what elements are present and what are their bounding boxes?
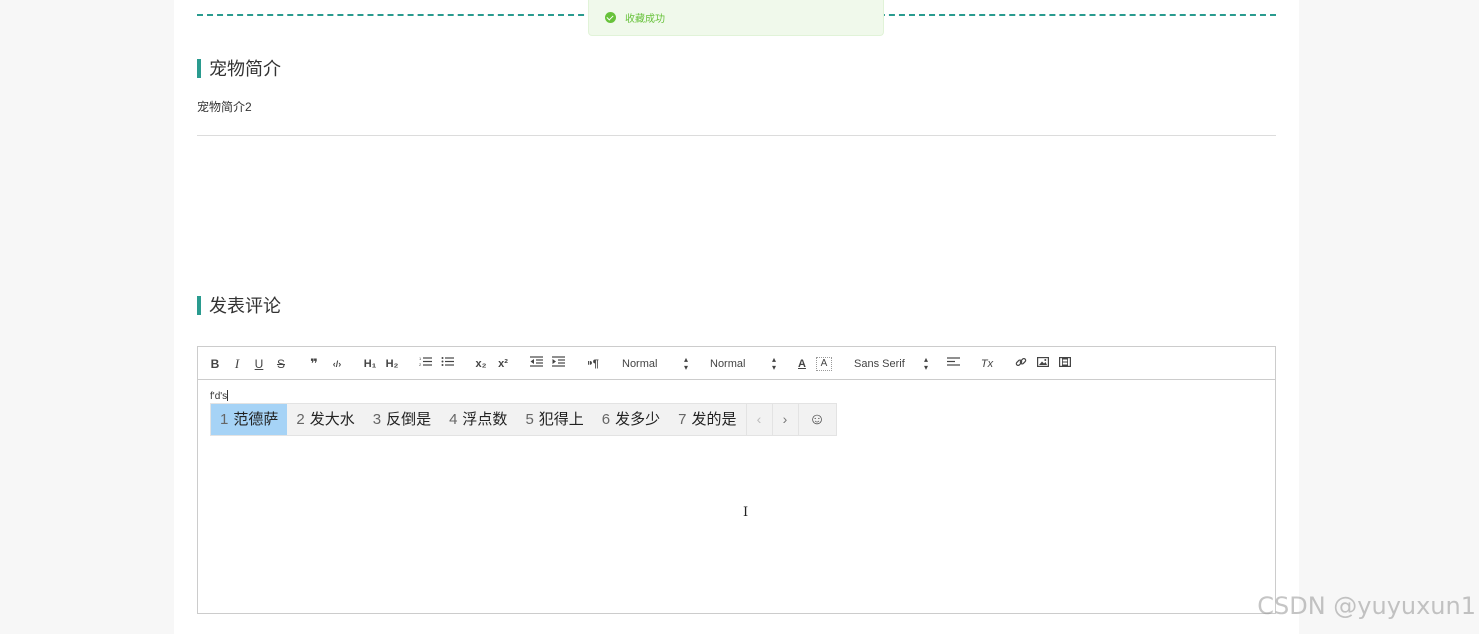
heading-accent-bar <box>197 295 201 315</box>
heading-accent-bar <box>197 58 201 78</box>
italic-button[interactable]: I <box>232 356 242 372</box>
link-icon <box>1015 357 1027 367</box>
size-select-value: Normal <box>622 358 658 370</box>
svg-text:2: 2 <box>419 362 422 367</box>
bold-button[interactable]: B <box>210 356 220 372</box>
ime-candidate-bar: 1 范德萨 2 发大水 3 反倒是 4 浮点数 5 犯得上 6 发多少 7 发的是 ‹ › ☺ <box>210 403 837 436</box>
success-toast: 收藏成功 <box>588 0 884 36</box>
video-button[interactable] <box>1058 356 1072 372</box>
bullet-list-icon <box>441 357 454 366</box>
candidate-number: 4 <box>449 411 458 428</box>
typed-text: f'd's <box>210 390 229 402</box>
clean-format-button[interactable]: Tx <box>980 356 994 372</box>
success-check-icon <box>605 12 616 23</box>
ime-candidate[interactable]: 4 浮点数 <box>440 404 516 435</box>
candidate-number: 7 <box>678 411 687 428</box>
text-direction-button[interactable]: ⁍¶ <box>585 356 601 372</box>
select-arrows-icon: ▴ ▾ <box>683 355 688 372</box>
underline-button[interactable]: U <box>253 356 265 372</box>
section-divider <box>197 135 1276 136</box>
intro-title: 宠物简介 <box>209 59 281 79</box>
comment-editor: B I U S ❞ ‹/› H₁ H₂ 12 x₂ x² ⁍¶ Normal ▴… <box>197 346 1276 614</box>
indent-button[interactable] <box>551 356 565 372</box>
candidate-number: 3 <box>372 411 382 428</box>
text-color-button[interactable]: A <box>796 356 808 372</box>
editor-toolbar: B I U S ❞ ‹/› H₁ H₂ 12 x₂ x² ⁍¶ Normal ▴… <box>198 347 1275 380</box>
size-select[interactable]: Normal ▴ ▾ <box>622 356 688 372</box>
ime-next-page-icon[interactable]: › <box>771 404 798 435</box>
bullet-list-button[interactable] <box>440 356 454 372</box>
ime-emoji-icon[interactable]: ☺ <box>797 404 836 435</box>
candidate-number: 2 <box>296 411 305 428</box>
font-select[interactable]: Sans Serif ▴ ▾ <box>854 356 928 372</box>
outdent-icon <box>529 356 543 367</box>
candidate-number: 1 <box>220 411 229 428</box>
superscript-button[interactable]: x² <box>495 356 511 372</box>
intro-text: 宠物简介2 <box>197 100 252 114</box>
editor-content[interactable]: f'd's 1 范德萨 2 发大水 3 反倒是 4 浮点数 5 犯得上 6 发多少 7 发的是… <box>198 380 1275 613</box>
comment-heading: 发表评论 <box>197 295 281 316</box>
header-select-value: Normal <box>710 358 746 370</box>
link-button[interactable] <box>1014 356 1028 372</box>
strike-button[interactable]: S <box>275 356 287 372</box>
candidate-text: 范德萨 <box>233 411 279 428</box>
h1-button[interactable]: H₁ <box>362 356 378 372</box>
select-arrows-icon: ▴ ▾ <box>923 355 928 372</box>
select-arrows-icon: ▴ ▾ <box>771 355 776 372</box>
text-cursor-icon: I <box>743 505 749 520</box>
candidate-text: 发多少 <box>615 411 661 428</box>
code-button[interactable]: ‹/› <box>329 356 345 372</box>
ime-candidate[interactable]: 6 发多少 <box>593 404 669 435</box>
intro-heading: 宠物简介 <box>197 58 281 79</box>
ime-candidate[interactable]: 2 发大水 <box>287 404 363 435</box>
ime-candidate[interactable]: 3 反倒是 <box>364 404 440 435</box>
candidate-number: 6 <box>601 411 611 428</box>
blockquote-button[interactable]: ❞ <box>307 356 321 372</box>
watermark: CSDN @yuyuxun1 <box>1257 592 1476 620</box>
align-button[interactable] <box>946 356 960 372</box>
ime-candidate[interactable]: 1 范德萨 <box>211 404 288 435</box>
font-select-value: Sans Serif <box>854 358 905 370</box>
ordered-list-icon: 12 <box>419 356 432 367</box>
ime-candidate[interactable]: 5 犯得上 <box>516 404 592 435</box>
image-button[interactable] <box>1036 356 1050 372</box>
text-caret <box>227 390 229 401</box>
h2-button[interactable]: H₂ <box>384 356 400 372</box>
header-select[interactable]: Normal ▴ ▾ <box>710 356 776 372</box>
candidate-text: 发大水 <box>309 411 355 428</box>
svg-text:1: 1 <box>419 356 422 361</box>
subscript-button[interactable]: x₂ <box>473 356 489 372</box>
video-icon <box>1059 357 1072 368</box>
background-color-button[interactable]: A <box>816 357 832 371</box>
candidate-text: 发的是 <box>691 411 737 428</box>
indent-icon <box>551 356 565 367</box>
ime-candidate[interactable]: 7 发的是 <box>669 404 745 435</box>
ime-prev-page-icon[interactable]: ‹ <box>745 404 772 435</box>
image-icon <box>1037 357 1050 368</box>
candidate-number: 5 <box>525 411 534 428</box>
comment-title: 发表评论 <box>209 296 281 316</box>
candidate-text: 犯得上 <box>538 411 584 428</box>
candidate-text: 反倒是 <box>386 411 432 428</box>
candidate-text: 浮点数 <box>462 411 508 428</box>
align-left-icon <box>946 357 960 366</box>
typed-text-value: f'd's <box>210 391 228 402</box>
outdent-button[interactable] <box>529 356 543 372</box>
ordered-list-button[interactable]: 12 <box>418 356 432 372</box>
toast-message: 收藏成功 <box>625 14 665 25</box>
